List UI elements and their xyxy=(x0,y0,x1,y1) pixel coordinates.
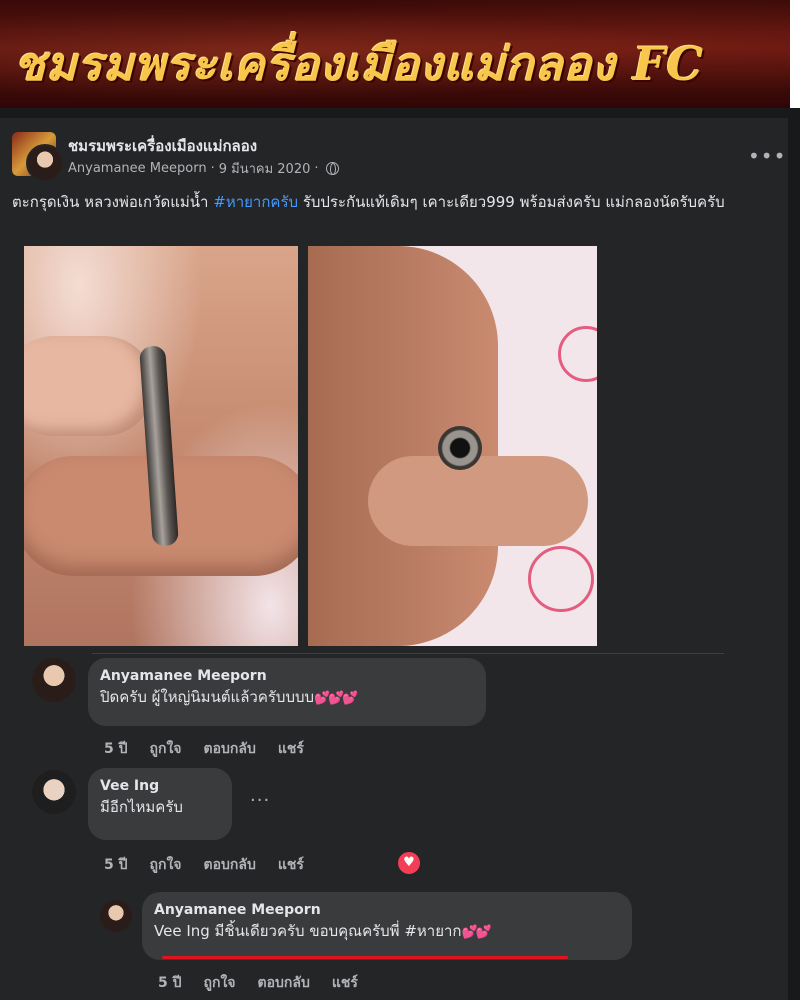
comment-actions: 5 ปี ถูกใจ ตอบกลับ แชร์ xyxy=(158,972,358,994)
group-banner: ชมรมพระเครื่องเมืองแม่กลอง FC xyxy=(0,0,800,108)
commenter-name[interactable]: Vee Ing xyxy=(100,776,220,796)
comment-bubble: Anyamanee Meeporn ปิดครับ ผู้ใหญ่นิมนต์แ… xyxy=(88,658,486,726)
like-button[interactable]: ถูกใจ xyxy=(150,738,182,760)
comment-text: ปิดครับ ผู้ใหญ่นิมนต์แล้วครับบบบ💕💕💕 xyxy=(100,686,474,710)
commenter-avatar[interactable] xyxy=(32,770,76,814)
comment-bubble: Vee Ing มีอีกไหมครับ xyxy=(88,768,232,840)
post-hashtag[interactable]: #หายากครับ xyxy=(213,193,298,211)
post-date[interactable]: 9 มีนาคม 2020 xyxy=(219,158,311,179)
hearts-emoji: 💕💕 xyxy=(461,925,492,940)
comment-body: มีชิ้นเดียวครับ ขอบคุณครับพี่ #หายาก xyxy=(209,922,462,940)
comment-more-icon[interactable]: ··· xyxy=(250,790,270,811)
globe-icon xyxy=(325,162,339,175)
commenter-name[interactable]: Anyamanee Meeporn xyxy=(154,900,620,920)
commenter-name[interactable]: Anyamanee Meeporn xyxy=(100,666,474,686)
comments-divider xyxy=(92,653,724,654)
comment-bubble: Anyamanee Meeporn Vee Ing มีชิ้นเดียวครั… xyxy=(142,892,632,960)
group-name[interactable]: ชมรมพระเครื่องเมืองแม่กลอง xyxy=(68,134,257,158)
like-button[interactable]: ถูกใจ xyxy=(204,972,236,994)
amulet-tube-end xyxy=(438,426,482,470)
share-button[interactable]: แชร์ xyxy=(278,854,304,876)
post-text-before: ตะกรุดเงิน หลวงพ่อเกวัดแม่น้ำ xyxy=(12,193,214,211)
comment-time[interactable]: 5 ปี xyxy=(104,738,128,760)
author-avatar[interactable] xyxy=(26,144,64,182)
reply-button[interactable]: ตอบกลับ xyxy=(204,738,256,760)
hearts-emoji: 💕💕💕 xyxy=(314,691,359,706)
share-button[interactable]: แชร์ xyxy=(332,972,358,994)
comment-body: มีอีกไหมครับ xyxy=(100,798,183,816)
red-underline xyxy=(162,956,568,959)
more-horizontal-icon[interactable]: ••• xyxy=(748,144,786,168)
love-reaction-icon[interactable]: ♥ xyxy=(396,850,422,876)
post-text-after: รับประกันแท้เดิมๆ เคาะเดียว999 พร้อมส่งค… xyxy=(298,193,725,211)
commenter-avatar[interactable] xyxy=(32,658,76,702)
like-button[interactable]: ถูกใจ xyxy=(150,854,182,876)
reply-button[interactable]: ตอบกลับ xyxy=(204,854,256,876)
post-card: ชมรมพระเครื่องเมืองแม่กลอง Anyamanee Mee… xyxy=(0,118,788,1000)
comment-mention[interactable]: Vee Ing xyxy=(154,922,210,940)
photo-doodle xyxy=(558,326,597,382)
photo-finger xyxy=(368,456,588,546)
photo-doodle xyxy=(528,546,594,612)
author-name[interactable]: Anyamanee Meeporn xyxy=(68,161,207,176)
comment-text: Vee Ing มีชิ้นเดียวครับ ขอบคุณครับพี่ #ห… xyxy=(154,920,620,944)
reply-button[interactable]: ตอบกลับ xyxy=(258,972,310,994)
commenter-avatar[interactable] xyxy=(100,900,132,932)
post-text: ตะกรุดเงิน หลวงพ่อเกวัดแม่น้ำ #หายากครับ… xyxy=(12,190,772,214)
comment-actions: 5 ปี ถูกใจ ตอบกลับ แชร์ xyxy=(104,738,304,760)
banner-title: ชมรมพระเครื่องเมืองแม่กลอง FC xyxy=(14,37,705,91)
comment-actions: 5 ปี ถูกใจ ตอบกลับ แชร์ xyxy=(104,854,304,876)
post-meta: Anyamanee Meeporn · 9 มีนาคม 2020 · xyxy=(68,158,339,179)
meta-separator: · xyxy=(210,161,215,176)
comment-time[interactable]: 5 ปี xyxy=(104,854,128,876)
comment-body: ปิดครับ ผู้ใหญ่นิมนต์แล้วครับบบบ xyxy=(100,688,315,706)
post-photo-1[interactable] xyxy=(24,246,298,646)
post-photo-2[interactable] xyxy=(308,246,597,646)
meta-separator-2: · xyxy=(314,161,319,176)
comment-time[interactable]: 5 ปี xyxy=(158,972,182,994)
share-button[interactable]: แชร์ xyxy=(278,738,304,760)
photo-thumb xyxy=(24,336,154,436)
